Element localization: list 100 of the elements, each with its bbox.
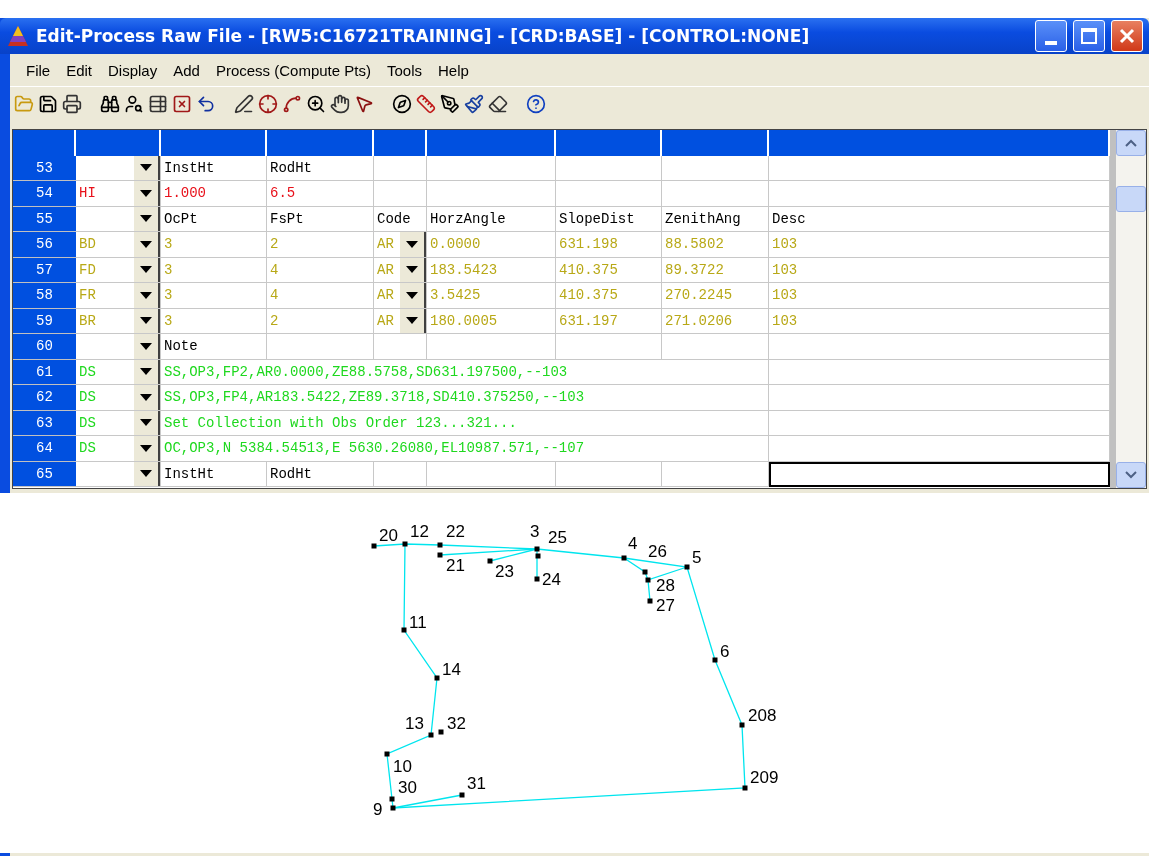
scroll-up-button[interactable] xyxy=(1116,130,1146,156)
type-cell[interactable] xyxy=(76,206,161,232)
point-marker xyxy=(712,657,718,663)
menu-item[interactable]: Display xyxy=(100,61,166,79)
dropdown-button[interactable] xyxy=(133,257,160,282)
dropdown-button[interactable] xyxy=(133,155,160,180)
row-number[interactable]: 61 xyxy=(13,359,76,385)
dropdown-arrow-icon xyxy=(406,291,418,299)
row-number[interactable]: 65 xyxy=(13,461,76,487)
row-number[interactable]: 57 xyxy=(13,257,76,283)
point-label: 14 xyxy=(442,660,461,679)
dropdown-button[interactable] xyxy=(133,385,160,410)
help-icon[interactable] xyxy=(526,94,546,114)
table-cell: OcPt xyxy=(161,206,267,232)
menu-item[interactable]: Edit xyxy=(58,61,101,79)
dropdown-button[interactable] xyxy=(133,461,160,486)
table-cell: 631.198 xyxy=(556,232,662,258)
row-number[interactable]: 58 xyxy=(13,283,76,309)
dropdown-arrow-icon xyxy=(140,444,152,452)
row-number[interactable]: 54 xyxy=(13,181,76,207)
type-cell[interactable] xyxy=(76,334,161,360)
record-type: BD xyxy=(79,236,96,253)
type-cell[interactable] xyxy=(76,461,161,487)
menu-item[interactable]: Help xyxy=(430,61,477,79)
row-number[interactable]: 64 xyxy=(13,436,76,462)
table-cell: 4 xyxy=(267,257,374,283)
dropdown-button[interactable] xyxy=(399,308,426,333)
column-header[interactable] xyxy=(374,130,427,156)
zoom-in-icon[interactable] xyxy=(306,94,326,114)
maximize-button[interactable] xyxy=(1073,20,1105,52)
eraser-icon[interactable] xyxy=(488,94,508,114)
save-icon[interactable] xyxy=(38,94,58,114)
record-type: BR xyxy=(79,312,96,329)
dropdown-button[interactable] xyxy=(133,359,160,384)
dropdown-arrow-icon xyxy=(140,470,152,478)
dropdown-button[interactable] xyxy=(133,283,160,308)
scroll-thumb[interactable] xyxy=(1116,186,1146,212)
dropdown-button[interactable] xyxy=(399,232,426,257)
table-cell: 88.5802 xyxy=(662,232,769,258)
point-label: 24 xyxy=(542,570,561,589)
dropdown-button[interactable] xyxy=(133,334,160,359)
dropdown-button[interactable] xyxy=(133,436,160,461)
binoculars-icon[interactable] xyxy=(100,94,120,114)
menu-item[interactable]: Add xyxy=(165,61,208,79)
point-marker xyxy=(389,796,395,802)
printer-icon[interactable] xyxy=(62,94,82,114)
type-cell[interactable] xyxy=(76,155,161,181)
dropdown-button[interactable] xyxy=(133,232,160,257)
ruler-icon[interactable] xyxy=(416,94,436,114)
vertical-scrollbar[interactable] xyxy=(1110,130,1146,488)
menu-item[interactable]: Tools xyxy=(378,61,430,79)
pen-tool-icon[interactable] xyxy=(440,94,460,114)
dropdown-button[interactable] xyxy=(133,206,160,231)
dropdown-button[interactable] xyxy=(133,181,160,206)
point-marker xyxy=(402,541,408,547)
row-number[interactable]: 59 xyxy=(13,308,76,334)
close-icon xyxy=(1119,28,1135,44)
row-number[interactable]: 53 xyxy=(13,155,76,181)
point-label: 26 xyxy=(648,542,667,561)
row-number[interactable]: 60 xyxy=(13,334,76,360)
person-search-icon[interactable] xyxy=(124,94,144,114)
dropdown-button[interactable] xyxy=(133,410,160,435)
row-number[interactable]: 55 xyxy=(13,206,76,232)
column-header[interactable] xyxy=(76,130,161,156)
code-value: AR xyxy=(377,312,394,329)
dropdown-arrow-icon xyxy=(406,266,418,274)
table-delete-icon[interactable] xyxy=(172,94,192,114)
code-value: AR xyxy=(377,287,394,304)
minimize-button[interactable] xyxy=(1035,20,1067,52)
table-cell: SS,OP3,FP2,AR0.0000,ZE88.5758,SD631.197500,--103 xyxy=(161,359,769,385)
point-marker xyxy=(642,569,648,575)
menu-item[interactable]: Process (Compute Pts) xyxy=(207,61,379,79)
compass-icon[interactable] xyxy=(392,94,412,114)
menu-item[interactable]: File xyxy=(18,61,59,79)
column-header[interactable] xyxy=(13,130,76,156)
type-cell[interactable]: HI xyxy=(76,181,161,207)
curve-icon[interactable] xyxy=(282,94,302,114)
pointer-icon[interactable] xyxy=(354,94,374,114)
record-type: DS xyxy=(79,363,96,380)
dropdown-button[interactable] xyxy=(133,308,160,333)
table-cell: Desc xyxy=(769,206,1110,232)
undo-icon[interactable] xyxy=(196,94,216,114)
hand-icon[interactable] xyxy=(330,94,350,114)
dropdown-arrow-icon xyxy=(140,266,152,274)
dropdown-button[interactable] xyxy=(399,283,426,308)
close-button[interactable] xyxy=(1111,20,1143,52)
dropdown-arrow-icon xyxy=(140,189,152,197)
point-marker xyxy=(621,555,627,561)
row-number[interactable]: 56 xyxy=(13,232,76,258)
scroll-down-button[interactable] xyxy=(1116,462,1146,488)
row-number[interactable]: 62 xyxy=(13,385,76,411)
table-cell: 3 xyxy=(161,257,267,283)
point-marker xyxy=(428,732,434,738)
table-cell: 2 xyxy=(267,232,374,258)
row-number[interactable]: 63 xyxy=(13,410,76,436)
brush-icon[interactable] xyxy=(464,94,484,114)
dropdown-button[interactable] xyxy=(399,257,426,282)
point-label: 5 xyxy=(692,548,702,567)
pen-icon[interactable] xyxy=(234,94,254,114)
table-cell: 270.2245 xyxy=(662,283,769,309)
